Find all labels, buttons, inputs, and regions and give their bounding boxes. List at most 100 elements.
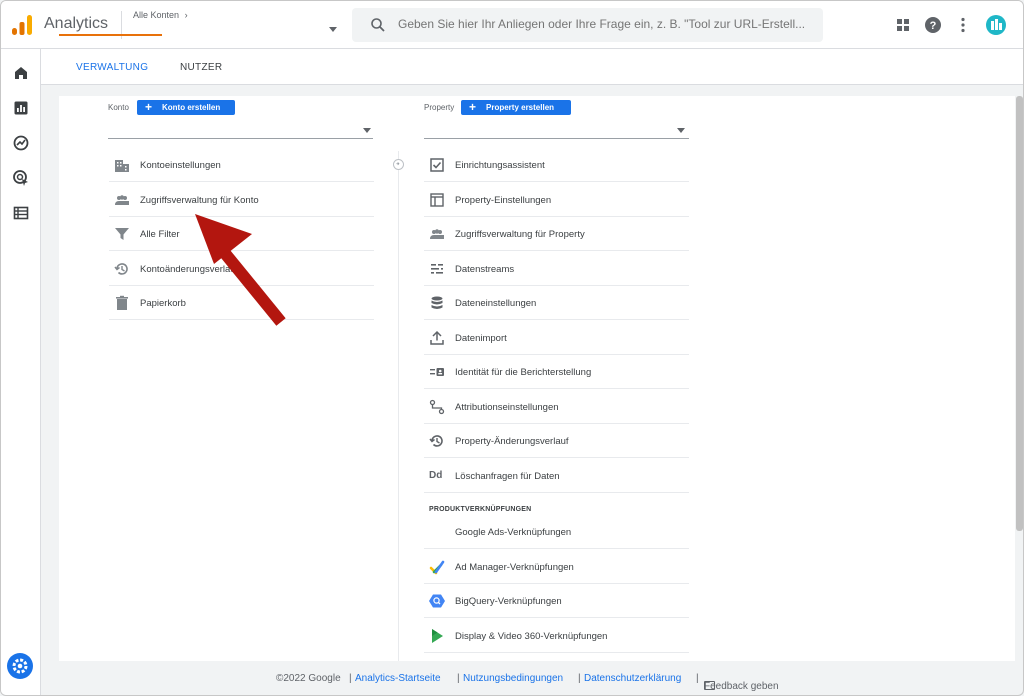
- dd-icon: Dd: [429, 470, 443, 481]
- people-icon: [430, 229, 444, 239]
- dv360-icon: [432, 629, 443, 643]
- footer-link-analytics-home[interactable]: Analytics-Startseite: [355, 673, 441, 684]
- menu-item-label: Alle Filter: [140, 229, 180, 240]
- menu-item-label: Property-Einstellungen: [455, 195, 552, 206]
- property-column-label: Property: [424, 103, 455, 112]
- upload-icon: [430, 330, 444, 345]
- search-input[interactable]: [398, 17, 818, 31]
- account-select[interactable]: [108, 138, 373, 139]
- menu-item-label: Datenstreams: [455, 264, 515, 275]
- tab-verwaltung[interactable]: VERWALTUNG: [76, 62, 148, 73]
- streams-icon: [431, 264, 443, 274]
- arrow-connector-icon: [393, 159, 404, 170]
- building-icon: [115, 160, 129, 172]
- admin-settings-button[interactable]: [7, 653, 33, 679]
- gear-icon: [12, 658, 28, 674]
- footer-separator: |: [457, 673, 460, 684]
- property-select[interactable]: [424, 138, 689, 139]
- menu-item-label: Ad Manager-Verknüpfungen: [455, 562, 574, 573]
- menu-item-label: Attributionseinstellungen: [455, 402, 559, 413]
- footer-separator: |: [696, 673, 699, 684]
- explore-icon[interactable]: [12, 134, 30, 152]
- analytics-logo-icon[interactable]: [11, 14, 33, 36]
- menu-item-reporting-identity[interactable]: Identität für die Berichterstellung: [424, 355, 689, 389]
- menu-item-property-change-history[interactable]: Property-Änderungsverlauf: [424, 424, 689, 458]
- top-bar: Analytics Alle Konten › ?: [1, 1, 1023, 49]
- history-icon: [429, 435, 443, 447]
- account-breadcrumb-label: Alle Konten: [133, 10, 180, 20]
- app-title: Analytics: [44, 15, 109, 32]
- left-nav: [1, 49, 41, 695]
- footer-separator: |: [578, 673, 581, 684]
- ad-manager-icon: [429, 560, 445, 575]
- menu-item-data-import[interactable]: Datenimport: [424, 321, 689, 355]
- menu-item-label: Papierkorb: [140, 298, 186, 309]
- menu-item-dv360-links[interactable]: Display & Video 360-Verknüpfungen: [424, 619, 689, 653]
- column-divider: [398, 151, 399, 661]
- annotation-arrow: [195, 214, 286, 326]
- menu-item-label: Datenimport: [455, 333, 507, 344]
- create-account-label: Konto erstellen: [162, 103, 221, 112]
- database-icon: [431, 296, 443, 309]
- menu-item-label: Löschanfragen für Daten: [455, 471, 560, 482]
- active-tab-indicator: [59, 34, 162, 36]
- reports-icon[interactable]: [12, 99, 30, 117]
- menu-item-account-settings[interactable]: Kontoeinstellungen: [109, 148, 374, 182]
- menu-item-label: Dateneinstellungen: [455, 298, 537, 309]
- apps-icon[interactable]: [893, 15, 913, 35]
- advertising-icon[interactable]: [12, 169, 30, 187]
- footer-copyright: ©2022 Google: [276, 673, 341, 684]
- chevron-down-icon[interactable]: [363, 128, 371, 133]
- menu-item-property-access[interactable]: Zugriffsverwaltung für Property: [424, 217, 689, 251]
- create-property-label: Property erstellen: [486, 103, 555, 112]
- svg-text:?: ?: [930, 20, 937, 32]
- layout-icon: [430, 193, 444, 207]
- account-avatar-icon[interactable]: [985, 14, 1007, 36]
- footer-link-terms[interactable]: Nutzungsbedingungen: [463, 673, 563, 684]
- checkbox-icon: [430, 158, 444, 172]
- footer: ©2022 Google | Analytics-Startseite | Nu…: [41, 665, 1023, 695]
- help-icon[interactable]: ?: [923, 15, 943, 35]
- menu-item-label: Identität für die Berichterstellung: [455, 367, 592, 378]
- menu-item-label: Kontoeinstellungen: [140, 160, 221, 171]
- menu-item-label: Display & Video 360-Verknüpfungen: [455, 631, 608, 642]
- product-links-heading: PRODUKTVERKNÜPFUNGEN: [429, 506, 532, 513]
- menu-item-label: Zugriffsverwaltung für Property: [455, 229, 585, 240]
- menu-item-data-settings[interactable]: Dateneinstellungen: [424, 286, 689, 320]
- menu-item-property-settings[interactable]: Property-Einstellungen: [424, 183, 689, 217]
- create-property-button[interactable]: + Property erstellen: [461, 100, 571, 115]
- plus-icon: +: [145, 100, 153, 114]
- more-vert-icon[interactable]: [953, 15, 973, 35]
- configure-icon[interactable]: [12, 204, 30, 222]
- filter-icon: [115, 228, 129, 240]
- menu-item-google-ads-links[interactable]: Google Ads-Verknüpfungen: [424, 515, 689, 549]
- footer-link-privacy[interactable]: Datenschutzerklärung: [584, 673, 681, 684]
- feedback-label: Feedback geben: [704, 681, 779, 692]
- menu-item-data-deletion-requests[interactable]: Dd Löschanfragen für Daten: [424, 459, 689, 493]
- menu-item-setup-assistant[interactable]: Einrichtungsassistent: [424, 148, 689, 182]
- tab-nutzer[interactable]: NUTZER: [180, 62, 222, 73]
- menu-item-ad-manager-links[interactable]: Ad Manager-Verknüpfungen: [424, 550, 689, 584]
- menu-item-label: Einrichtungsassistent: [455, 160, 545, 171]
- attribution-icon: [429, 399, 445, 415]
- scrollbar[interactable]: [1016, 96, 1023, 531]
- plus-icon: +: [469, 100, 477, 114]
- chevron-down-icon[interactable]: [677, 128, 685, 133]
- menu-item-label: BigQuery-Verknüpfungen: [455, 596, 562, 607]
- home-icon[interactable]: [12, 64, 30, 82]
- people-icon: [115, 195, 129, 205]
- bigquery-icon: [429, 594, 445, 608]
- account-breadcrumb[interactable]: Alle Konten ›: [133, 10, 188, 20]
- menu-item-bigquery-links[interactable]: BigQuery-Verknüpfungen: [424, 584, 689, 618]
- create-account-button[interactable]: + Konto erstellen: [137, 100, 235, 115]
- identity-icon: [430, 368, 444, 376]
- app-window: Analytics Alle Konten › ?: [0, 0, 1024, 696]
- menu-item-attribution-settings[interactable]: Attributionseinstellungen: [424, 390, 689, 424]
- search-icon: [371, 18, 385, 32]
- search-bar[interactable]: [352, 8, 823, 42]
- account-column-label: Konto: [108, 103, 129, 112]
- menu-item-label: Google Ads-Verknüpfungen: [455, 527, 572, 538]
- menu-item-data-streams[interactable]: Datenstreams: [424, 252, 689, 286]
- account-dropdown-caret-icon[interactable]: [329, 27, 337, 32]
- admin-tabs: VERWALTUNG NUTZER: [41, 49, 1023, 85]
